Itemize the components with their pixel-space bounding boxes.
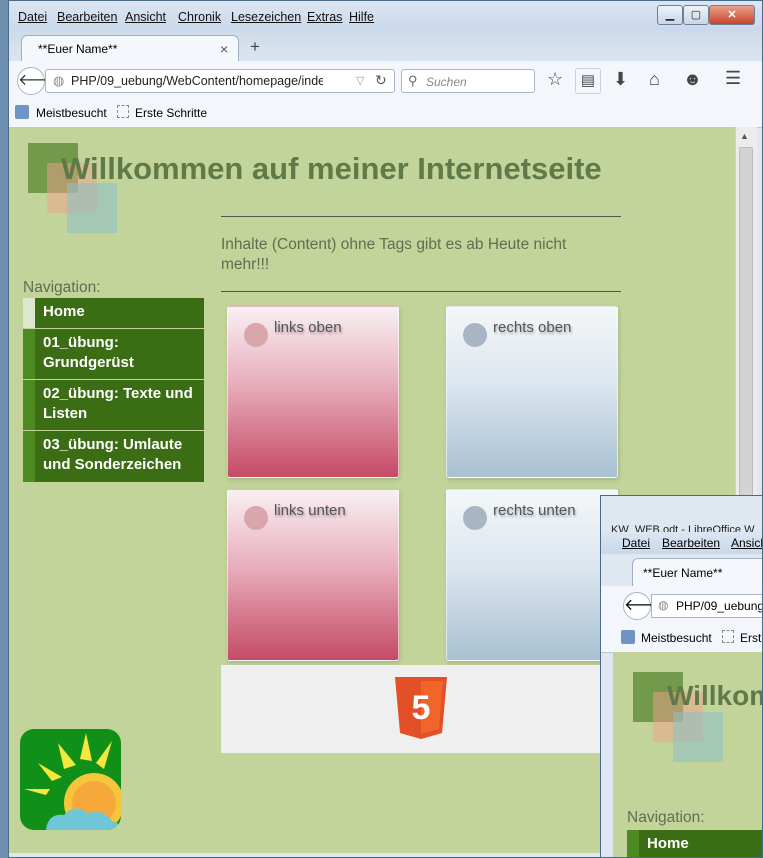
box-links-oben: links oben: [227, 306, 399, 478]
second-page-title: Willkom: [667, 680, 762, 711]
second-menu-bar: Datei Bearbeiten Ansicht: [601, 532, 762, 554]
globe-icon: ◍: [53, 73, 65, 88]
nav-item-uebung-03[interactable]: 03_übung: Umlaute und Sonderzeichen: [23, 431, 204, 482]
circle-icon: [244, 323, 268, 347]
second-globe-icon: ◍: [658, 598, 669, 612]
url-bar[interactable]: ◍ PHP/09_uebung/WebContent/homepage/inde…: [45, 69, 395, 93]
reload-icon[interactable]: ↻: [375, 72, 387, 89]
menu-ansicht[interactable]: Ansicht: [125, 10, 166, 24]
box-label: links oben: [274, 319, 342, 336]
menu-bearbeiten[interactable]: Bearbeiten: [57, 10, 117, 24]
second-menu-bearbeiten[interactable]: Bearbeiten: [662, 536, 720, 550]
bookmarks-toolbar: Meistbesucht Erste Schritte: [9, 99, 762, 128]
circle-icon: [463, 323, 487, 347]
second-page-icon: [722, 630, 734, 643]
tab-euer-name[interactable]: **Euer Name** ×: [21, 35, 239, 61]
menu-lesezeichen[interactable]: Lesezeichen: [231, 10, 301, 24]
second-bookmark-folder-icon: [621, 630, 635, 644]
divider-bottom: [221, 291, 621, 292]
home-icon[interactable]: ⌂: [649, 69, 660, 90]
search-input[interactable]: ⚲ Suchen: [401, 69, 535, 93]
footer-panel: 5: [221, 665, 621, 753]
menu-hilfe[interactable]: Hilfe: [349, 10, 374, 24]
nav-item-uebung-01[interactable]: 01_übung: Grundgerüst: [23, 329, 204, 379]
nav-item-uebung-02[interactable]: 02_übung: Texte und Listen: [23, 380, 204, 430]
menu-icon[interactable]: ☰: [725, 68, 741, 89]
circle-icon: [463, 506, 487, 530]
smiley-icon[interactable]: ☻: [683, 69, 702, 90]
second-nav-item-home[interactable]: Home: [627, 830, 762, 857]
maximize-button[interactable]: ▢: [683, 5, 709, 25]
circle-icon: [244, 506, 268, 530]
minimize-button[interactable]: ▁: [657, 5, 683, 25]
box-rechts-oben: rechts oben: [446, 306, 618, 478]
menu-bar: Datei Bearbeiten Ansicht Chronik Lesezei…: [9, 1, 762, 31]
new-tab-button[interactable]: +: [250, 37, 260, 57]
logo-sun-icon: [20, 729, 121, 830]
search-icon: ⚲: [408, 73, 418, 88]
scrollbar-thumb[interactable]: [739, 147, 753, 507]
tab-close-icon[interactable]: ×: [220, 41, 228, 57]
second-url-text: PHP/09_uebung: [676, 599, 763, 613]
reading-list-icon[interactable]: ▤: [575, 68, 601, 94]
menu-datei[interactable]: Datei: [18, 10, 47, 24]
second-back-icon[interactable]: 🡐: [623, 592, 667, 620]
second-menu-ansicht[interactable]: Ansicht: [731, 536, 762, 550]
navigation-toolbar: 🡐 ◍ PHP/09_uebung/WebContent/homepage/in…: [9, 61, 762, 100]
scroll-up-icon[interactable]: ▲: [740, 131, 749, 141]
bookmark-folder-icon: [15, 105, 29, 119]
tab-title: **Euer Name**: [38, 42, 118, 56]
second-tab-title: **Euer Name**: [643, 566, 723, 580]
back-icon[interactable]: 🡐: [17, 67, 61, 95]
box-label: links unten: [274, 502, 346, 519]
divider-top: [221, 216, 621, 217]
second-page-content: Willkom Navigation: Home: [613, 652, 762, 857]
second-tab[interactable]: **Euer Name**: [632, 558, 762, 586]
star-icon[interactable]: ☆: [547, 69, 563, 90]
second-navigation-toolbar: 🡐 ◍ PHP/09_uebung: [601, 586, 762, 624]
second-url-bar[interactable]: ◍ PHP/09_uebung: [651, 594, 763, 618]
decor-square-blue: [67, 183, 117, 233]
box-links-unten: links unten: [227, 489, 399, 661]
page-title: Willkommen auf meiner Internetseite: [61, 151, 602, 186]
close-window-button[interactable]: ✕: [709, 5, 755, 25]
bookmark-erste-schritte[interactable]: Erste Schritte: [135, 106, 207, 120]
box-rechts-unten: rechts unten: [446, 489, 618, 661]
download-icon[interactable]: ⬇: [613, 69, 628, 90]
dropdown-icon[interactable]: ▽: [356, 74, 364, 87]
intro-text: Inhalte (Content) ohne Tags gibt es ab H…: [221, 236, 567, 273]
box-label: rechts oben: [493, 319, 572, 336]
box-label: rechts unten: [493, 502, 576, 519]
second-bookmark-meistbesucht[interactable]: Meistbesucht: [641, 631, 712, 645]
second-nav-label: Navigation:: [627, 809, 705, 826]
html5-icon: 5: [395, 677, 447, 739]
menu-extras[interactable]: Extras: [307, 10, 342, 24]
nav-item-home[interactable]: Home: [23, 298, 204, 328]
second-bookmark-erste[interactable]: Erste: [740, 631, 762, 645]
second-menu-datei[interactable]: Datei: [622, 536, 650, 550]
bookmark-meistbesucht[interactable]: Meistbesucht: [36, 106, 107, 120]
search-placeholder: Suchen: [426, 75, 467, 89]
html5-label: 5: [412, 689, 431, 727]
menu-chronik[interactable]: Chronik: [178, 10, 221, 24]
second-bookmarks-toolbar: Meistbesucht Erste: [601, 624, 762, 653]
url-text: PHP/09_uebung/WebContent/homepage/index.…: [71, 74, 323, 88]
page-icon: [117, 105, 129, 118]
second-browser-window[interactable]: KW_WEB.odt - LibreOffice W Datei Bearbei…: [600, 495, 763, 858]
second-decor-square-blue: [673, 712, 723, 762]
tab-bar: **Euer Name** × +: [9, 31, 762, 61]
nav-label: Navigation:: [23, 279, 101, 296]
